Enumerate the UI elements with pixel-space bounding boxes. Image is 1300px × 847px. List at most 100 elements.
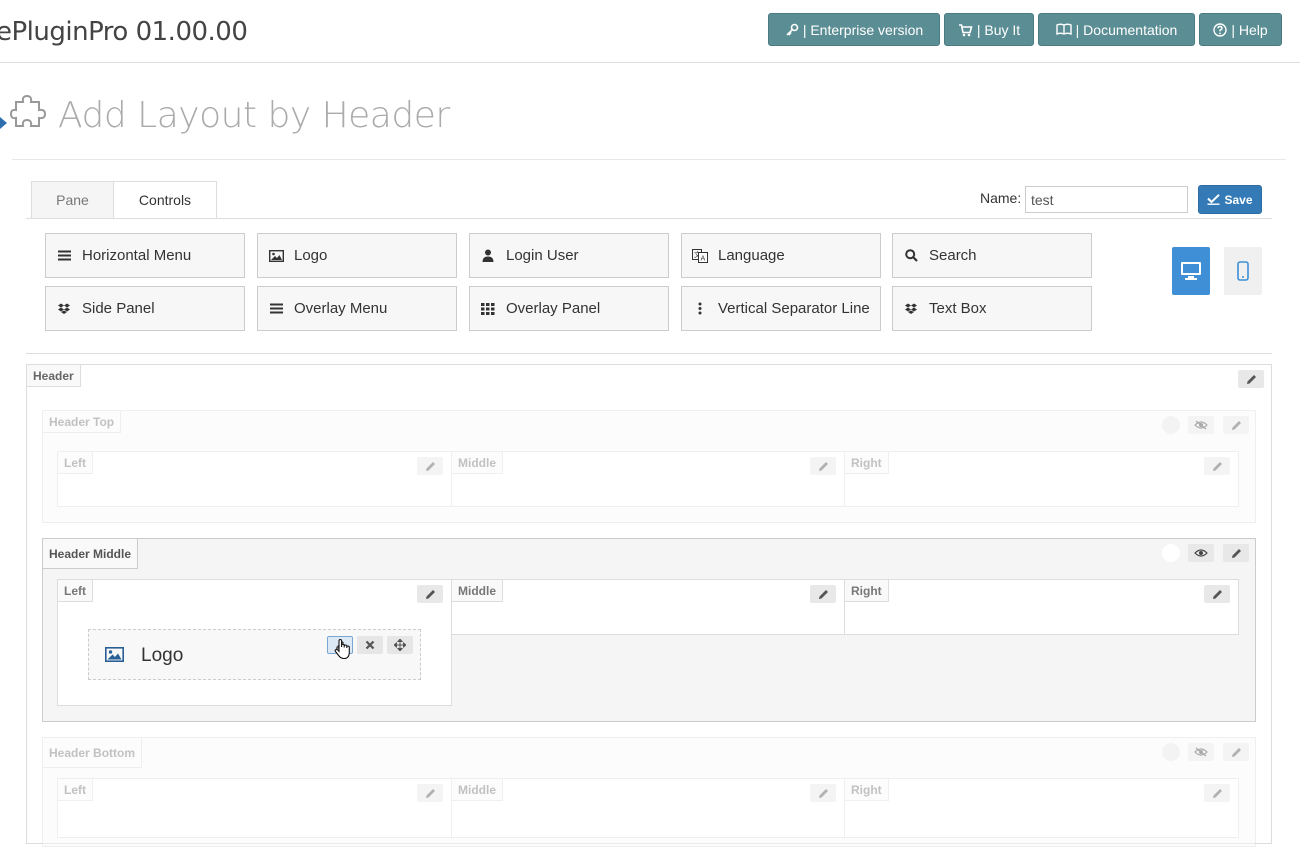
eye-icon (1194, 549, 1208, 557)
dropbox-icon (56, 301, 72, 317)
visibility-toggle-button[interactable] (1188, 544, 1214, 562)
documentation-button[interactable]: | Documentation (1038, 13, 1195, 46)
placed-item-label: Logo (141, 645, 184, 666)
control-overlay-menu[interactable]: Overlay Menu (257, 286, 457, 331)
column-label: Right (845, 452, 889, 474)
column-label: Left (58, 452, 93, 474)
control-vertical-separator-line[interactable]: Vertical Separator Line (681, 286, 881, 331)
status-indicator[interactable] (1162, 743, 1180, 761)
pencil-icon (1212, 788, 1222, 798)
desktop-view-button[interactable] (1172, 247, 1210, 295)
section-edit-button[interactable] (1223, 743, 1249, 761)
puzzle-icon (10, 94, 47, 127)
image-icon (105, 647, 124, 662)
column-label: Middle (452, 580, 503, 602)
column-edit-button[interactable] (1204, 457, 1230, 475)
control-logo[interactable]: Logo (257, 233, 457, 278)
help-button[interactable]: | Help (1199, 13, 1282, 46)
column-right: Right (844, 778, 1239, 838)
column-edit-button[interactable] (417, 457, 443, 475)
help-label: | Help (1231, 21, 1268, 38)
control-label: Language (718, 247, 785, 264)
divider (12, 159, 1286, 160)
status-indicator[interactable] (1162, 416, 1180, 434)
translate-icon: 文A (692, 248, 708, 264)
pencil-icon (1246, 374, 1256, 384)
tab-pane-label: Pane (56, 192, 89, 208)
visibility-toggle-button[interactable] (1188, 743, 1214, 761)
column-edit-button[interactable] (417, 784, 443, 802)
tabs-divider (26, 218, 1272, 219)
top-bar: ePluginPro 01.00.00 | Enterprise version… (0, 0, 1300, 63)
question-icon (1213, 22, 1228, 37)
control-overlay-panel[interactable]: Overlay Panel (469, 286, 669, 331)
control-label: Side Panel (82, 300, 155, 317)
column-middle: Middle (451, 778, 845, 838)
tab-pane[interactable]: Pane (31, 181, 114, 219)
control-search[interactable]: Search (892, 233, 1092, 278)
name-input[interactable] (1025, 186, 1188, 213)
control-text-box[interactable]: Text Box (892, 286, 1092, 331)
control-login-user[interactable]: Login User (469, 233, 669, 278)
buy-it-button[interactable]: | Buy It (944, 13, 1034, 46)
control-side-panel[interactable]: Side Panel (45, 286, 245, 331)
column-edit-button[interactable] (1204, 585, 1230, 603)
control-horizontal-menu[interactable]: Horizontal Menu (45, 233, 245, 278)
move-icon (394, 639, 406, 651)
column-label: Middle (452, 779, 503, 801)
column-left: Left (57, 778, 452, 838)
pencil-icon (425, 461, 435, 471)
column-label: Middle (452, 452, 503, 474)
enterprise-version-button[interactable]: | Enterprise version (768, 13, 940, 46)
pencil-icon (425, 788, 435, 798)
desktop-icon (1181, 262, 1201, 280)
column-edit-button[interactable] (417, 585, 443, 603)
documentation-label: | Documentation (1075, 21, 1178, 38)
user-icon (480, 248, 496, 264)
eye-slash-icon (1194, 420, 1208, 430)
column-middle: Middle (451, 451, 845, 507)
item-remove-button[interactable] (357, 636, 383, 654)
header-edit-button[interactable] (1238, 370, 1264, 388)
column-edit-button[interactable] (810, 585, 836, 603)
item-move-button[interactable] (387, 636, 413, 654)
column-left: Left (57, 451, 452, 507)
section-edit-button[interactable] (1223, 544, 1249, 562)
mobile-icon (1237, 261, 1249, 281)
page-header: Add Layout by Header (0, 62, 1300, 162)
page-title: Add Layout by Header (58, 95, 450, 136)
save-button[interactable]: Save (1198, 185, 1262, 214)
pencil-icon (1231, 420, 1241, 430)
column-label: Right (845, 580, 889, 602)
pencil-icon (1231, 747, 1241, 757)
section-header-top: Header Top Left Middle Right (42, 410, 1256, 523)
placed-logo-item[interactable]: Logo (88, 629, 421, 680)
column-edit-button[interactable] (810, 784, 836, 802)
name-label: Name: (980, 190, 1022, 206)
section-edit-button[interactable] (1223, 416, 1249, 434)
tab-controls[interactable]: Controls (113, 181, 217, 219)
control-language[interactable]: 文A Language (681, 233, 881, 278)
cart-icon (958, 23, 973, 36)
vertical-dots-icon (692, 301, 708, 317)
column-edit-button[interactable] (810, 457, 836, 475)
section-label: Header Top (43, 411, 122, 433)
buy-it-label: | Buy It (976, 21, 1021, 38)
tab-controls-label: Controls (138, 192, 192, 208)
column-edit-button[interactable] (1204, 784, 1230, 802)
control-label: Horizontal Menu (82, 247, 192, 264)
eye-slash-icon (1194, 747, 1208, 757)
control-label: Text Box (929, 300, 987, 317)
column-right: Right (844, 451, 1239, 507)
status-indicator[interactable] (1162, 544, 1180, 562)
mobile-view-button[interactable] (1224, 247, 1262, 295)
grid-icon (480, 301, 496, 317)
column-label: Left (58, 580, 93, 602)
header-label: Header (27, 365, 81, 387)
visibility-toggle-button[interactable] (1188, 416, 1214, 434)
column-middle: Middle (451, 579, 845, 635)
book-icon (1055, 23, 1072, 36)
pencil-icon (818, 589, 828, 599)
control-label: Login User (506, 247, 579, 264)
app-title: ePluginPro 01.00.00 (0, 17, 248, 47)
